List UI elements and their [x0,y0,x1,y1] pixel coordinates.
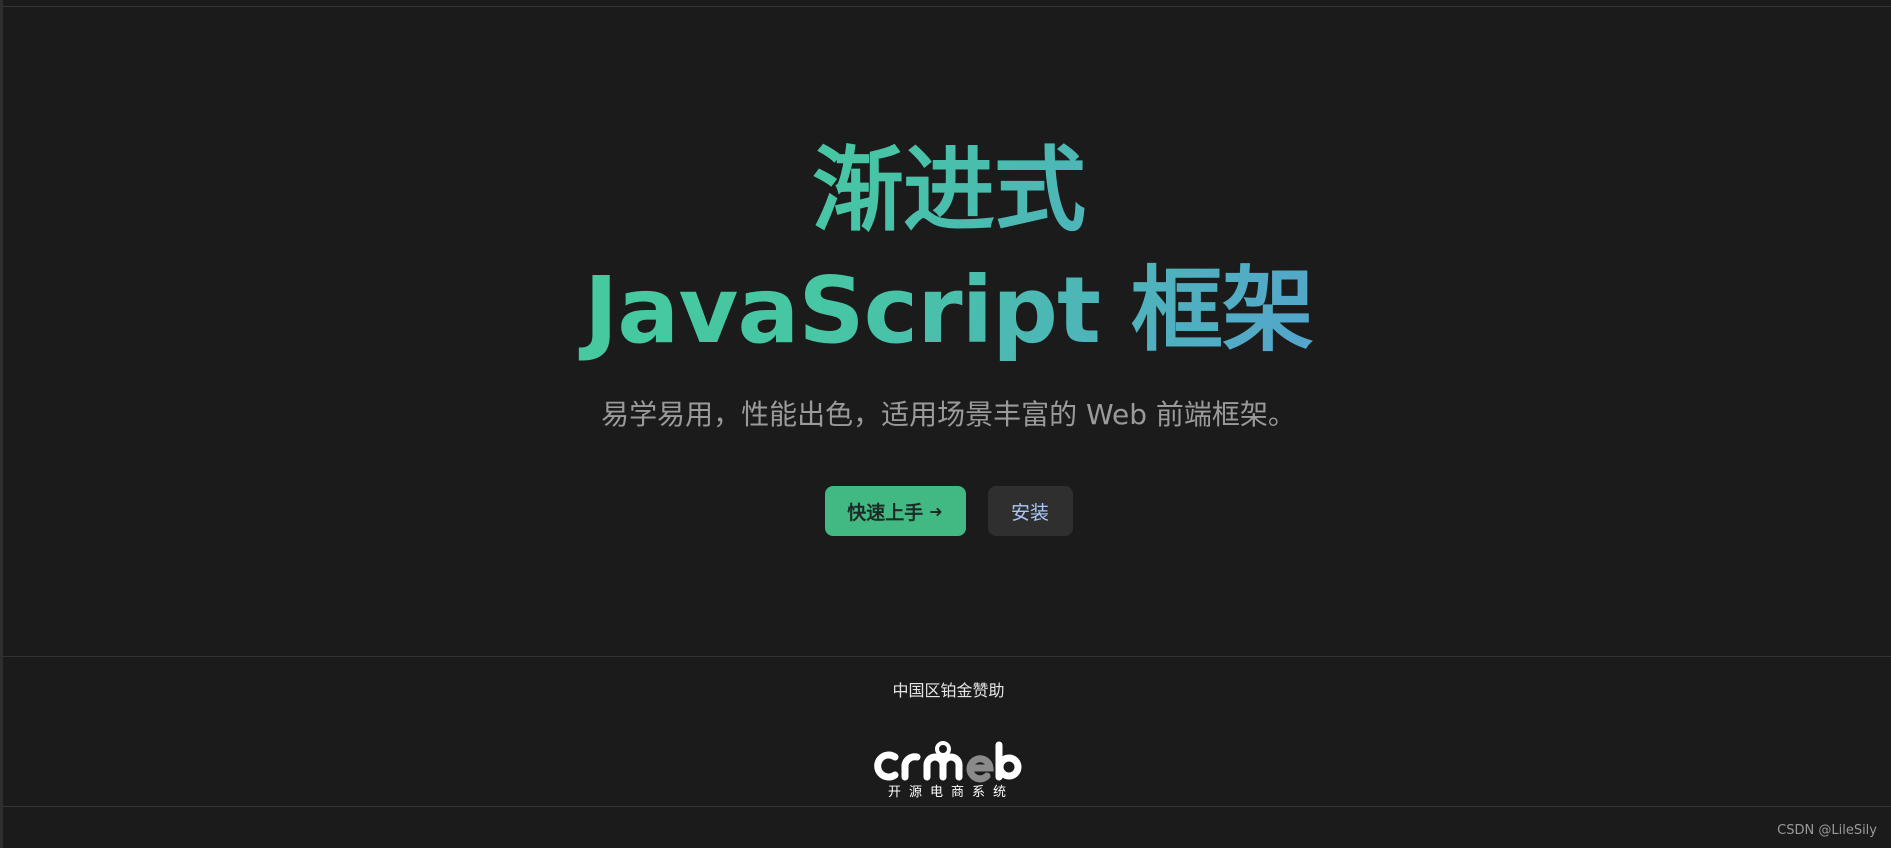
crmeb-logo[interactable]: 开源电商系统 [873,719,1029,799]
install-button[interactable]: 安装 [987,486,1073,536]
hero-title-line-2: JavaScript 框架 [3,256,1891,366]
get-started-button[interactable]: 快速上手 ➜ [824,486,966,536]
sponsor-title: 中国区铂金赞助 [892,681,1005,700]
sponsor-section: 中国区铂金赞助 开源电商系统 [3,657,1891,806]
hero-actions: 快速上手 ➜ 安装 [3,486,1891,536]
get-started-label: 快速上手 [847,501,924,524]
hero-section: 渐进式 JavaScript 框架 易学易用，性能出色，适用场景丰富的 Web … [3,0,1891,656]
arrow-right-icon: ➜ [929,501,943,521]
crmeb-tagline: 开源电商系统 [888,785,1014,799]
page-frame: 渐进式 JavaScript 框架 易学易用，性能出色，适用场景丰富的 Web … [0,0,1891,848]
hero-title-line-1: 渐进式 [3,136,1891,246]
hero-tagline: 易学易用，性能出色，适用场景丰富的 Web 前端框架。 [601,398,1296,431]
bottom-divider [3,806,1891,807]
watermark-text: CSDN @LileSily [1777,823,1877,838]
